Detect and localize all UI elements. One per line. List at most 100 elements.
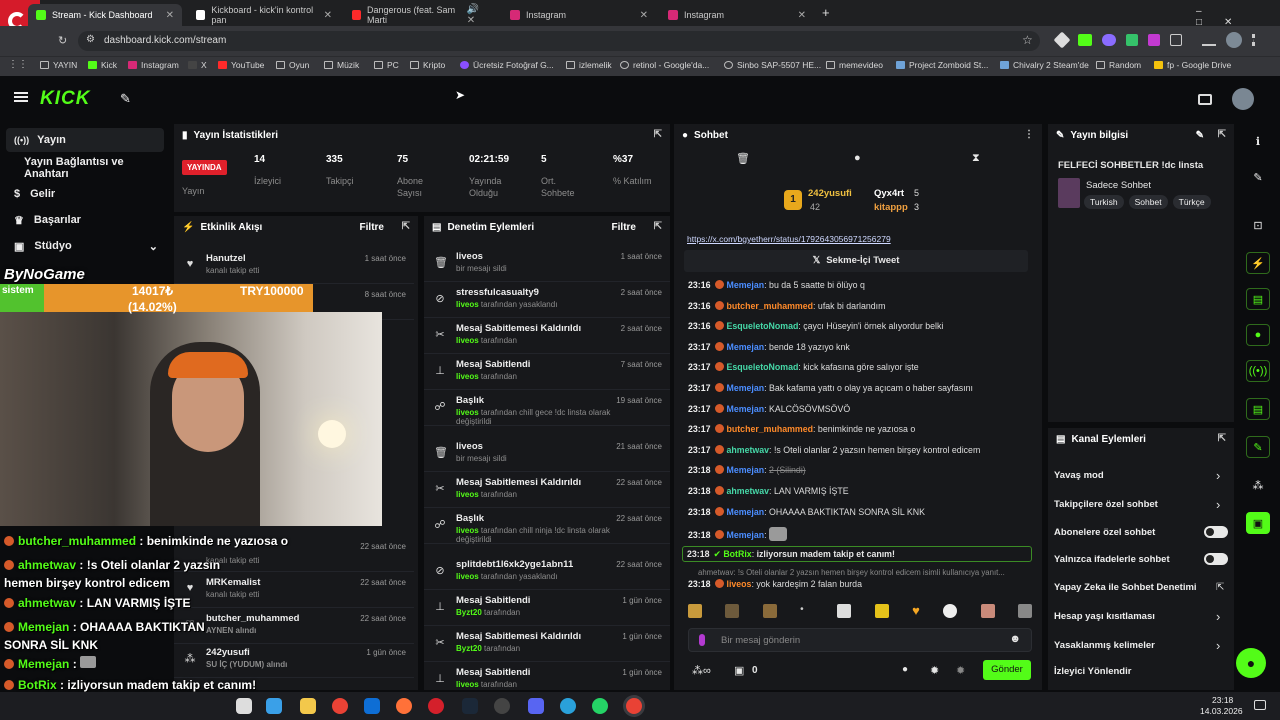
bookmark-sinbo[interactable]: Sinbo SAP-5507 HE... xyxy=(724,60,821,70)
tag-sohbet[interactable]: Sohbet xyxy=(1128,195,1168,209)
message-user[interactable]: butcher_muhammed xyxy=(727,424,814,434)
bookmark-retinol[interactable]: retinol - Google'da... xyxy=(620,60,709,70)
moderator-name[interactable]: liveos xyxy=(456,526,479,535)
chat-settings-icon[interactable]: ● xyxy=(854,152,861,164)
tune-icon[interactable]: ⚙ xyxy=(86,34,95,45)
clock-time[interactable]: 23:18 xyxy=(1212,695,1233,705)
chat-input[interactable]: Bir mesaj gönderin ☻ xyxy=(688,628,1032,652)
channel-action-5[interactable]: Hesap yaşı kısıtlaması xyxy=(1054,611,1155,622)
bookmark-instagram[interactable]: Instagram xyxy=(128,60,179,70)
bookmark-zomboid[interactable]: Project Zomboid St... xyxy=(896,60,988,70)
bookmark-chivalry[interactable]: Chivalry 2 Steam'de xyxy=(1000,60,1089,70)
channel-action-6[interactable]: Yasaklanmış kelimeler xyxy=(1054,640,1155,651)
message-user[interactable]: butcher_muhammed xyxy=(727,301,814,311)
file-explorer-icon[interactable] xyxy=(300,698,316,714)
kick-logo[interactable]: KICK xyxy=(40,88,90,110)
url-field[interactable]: dashboard.kick.com/stream xyxy=(78,31,1040,51)
chest-icon[interactable]: ▣ xyxy=(734,664,744,677)
moderator-name[interactable]: liveos xyxy=(456,490,479,499)
task-view-icon[interactable] xyxy=(236,698,252,714)
channel-action-7[interactable]: İzleyici Yönlendir xyxy=(1054,666,1131,677)
heart-emote-icon[interactable]: ♥ xyxy=(912,604,920,620)
close-tab-icon[interactable]: ✕ xyxy=(324,10,332,21)
message-user[interactable]: Memejan xyxy=(727,280,765,290)
whatsapp-icon[interactable] xyxy=(592,698,608,714)
sidebar-item-basarilar[interactable]: ♛ Başarılar xyxy=(6,208,164,232)
moderator-name[interactable]: Byzt20 xyxy=(456,644,482,653)
bookmark-fp[interactable]: fp - Google Drive xyxy=(1154,60,1231,70)
puzzle-icon[interactable] xyxy=(1170,34,1182,46)
tab-stream-dashboard[interactable]: Stream - Kick Dashboard ✕ xyxy=(28,4,182,26)
extension-icon[interactable] xyxy=(1102,34,1116,46)
bookmark-pc[interactable]: PC xyxy=(374,60,399,70)
chrome-active-icon[interactable] xyxy=(626,698,642,714)
support-chat-button[interactable]: ● xyxy=(1236,648,1266,678)
user-avatar[interactable] xyxy=(1232,88,1254,110)
chrome-icon[interactable] xyxy=(332,698,348,714)
chevron-right-icon[interactable]: › xyxy=(1216,497,1220,512)
moderator-name[interactable]: liveos xyxy=(456,372,479,381)
expand-icon[interactable]: ⇱ xyxy=(654,221,662,232)
kick-extension-icon[interactable] xyxy=(1078,34,1092,46)
apps-grid-icon[interactable]: ⋮⋮ xyxy=(8,59,28,70)
window-controls[interactable]: –□✕ xyxy=(1196,6,1280,28)
message-user[interactable]: Memejan xyxy=(727,507,765,517)
bookmark-yayin[interactable]: YAYIN xyxy=(40,60,77,70)
emote-icon[interactable] xyxy=(1017,604,1032,618)
bookmark-kick[interactable]: Kick xyxy=(88,60,117,70)
copilot-icon[interactable] xyxy=(266,698,282,714)
tag-turkce[interactable]: Türkçe xyxy=(1172,195,1211,209)
edit-icon[interactable]: ✎ xyxy=(1196,130,1204,141)
channel-action-4[interactable]: Yapay Zeka ile Sohbet Denetimi xyxy=(1054,582,1197,593)
message-user[interactable]: ahmetwav xyxy=(727,445,770,455)
discord-icon[interactable] xyxy=(528,698,544,714)
hourglass-icon[interactable]: ⧗ xyxy=(972,152,980,165)
channel-action-3[interactable]: Yalnızca ifadelerle sohbet xyxy=(1054,554,1170,565)
obs-icon[interactable] xyxy=(494,698,510,714)
expand-icon[interactable]: ⇱ xyxy=(1218,129,1226,140)
channel-action-2[interactable]: Abonelere özel sohbet xyxy=(1054,527,1155,538)
server-icon[interactable]: ▤ xyxy=(1246,398,1270,420)
steam-icon[interactable] xyxy=(462,698,478,714)
emote-icon[interactable] xyxy=(980,604,995,618)
sidebar-item-studyo[interactable]: ▣ Stüdyo ⌄ xyxy=(6,234,164,258)
toggle-switch[interactable] xyxy=(1204,553,1228,565)
tab-instagram-2[interactable]: Instagram ✕ xyxy=(660,4,814,26)
emote-icon[interactable]: • xyxy=(800,604,814,618)
points-icon[interactable]: ⁂ xyxy=(1246,474,1270,496)
chevron-right-icon[interactable]: › xyxy=(1216,609,1220,624)
sidebar-item-gelir[interactable]: $ Gelir xyxy=(6,182,164,206)
message-user[interactable]: Memejan xyxy=(727,383,765,393)
moderator-name[interactable]: liveos xyxy=(456,408,479,417)
chat-bubble-icon[interactable]: ● xyxy=(902,664,908,675)
notification-icon[interactable] xyxy=(1254,700,1266,710)
emote-icon[interactable] xyxy=(874,604,889,618)
tab-dangerous[interactable]: Dangerous (feat. Sam Marti 🔊 ✕ xyxy=(344,4,496,26)
hamburger-menu-icon[interactable] xyxy=(14,92,28,102)
expand-icon[interactable]: ⇱ xyxy=(402,221,410,232)
moderation-filter-button[interactable]: Filtre xyxy=(612,222,636,233)
shield-icon[interactable] xyxy=(1126,34,1138,46)
tab-instagram-1[interactable]: Instagram ✕ xyxy=(502,4,656,26)
trash-icon[interactable]: 🗑 xyxy=(736,152,750,165)
message-user[interactable]: BotRix xyxy=(723,549,751,559)
channel-action-1[interactable]: Takipçilere özel sohbet xyxy=(1054,499,1158,510)
opera-icon[interactable] xyxy=(428,698,444,714)
send-button[interactable]: Gönder xyxy=(983,660,1031,680)
moderator-name[interactable]: liveos xyxy=(456,572,479,581)
document-icon[interactable]: ▤ xyxy=(1246,288,1270,310)
message-user[interactable]: liveos xyxy=(727,579,752,589)
bolt-icon[interactable]: ⚡ xyxy=(1246,252,1270,274)
message-user[interactable]: EsqueletoNomad xyxy=(727,321,799,331)
extensions-row[interactable] xyxy=(1053,31,1256,49)
menu-icon[interactable] xyxy=(1252,34,1256,46)
bookmark-muzik[interactable]: Müzik xyxy=(324,60,359,70)
moderator-name[interactable]: liveos xyxy=(456,680,479,689)
pinned-link[interactable]: https://x.com/bgyetherr/status/179264305… xyxy=(687,234,891,244)
tweet-embed[interactable]: 𝕏 Sekme-İçi Tweet xyxy=(684,250,1028,272)
more-options-icon[interactable]: ⋮ xyxy=(1024,129,1034,140)
close-tab-icon[interactable]: ✕ xyxy=(166,10,174,21)
chest-icon[interactable]: ▣ xyxy=(1246,512,1270,534)
bookmark-memevideo[interactable]: memevideo xyxy=(826,60,883,70)
bookmark-youtube[interactable]: YouTube xyxy=(218,60,264,70)
